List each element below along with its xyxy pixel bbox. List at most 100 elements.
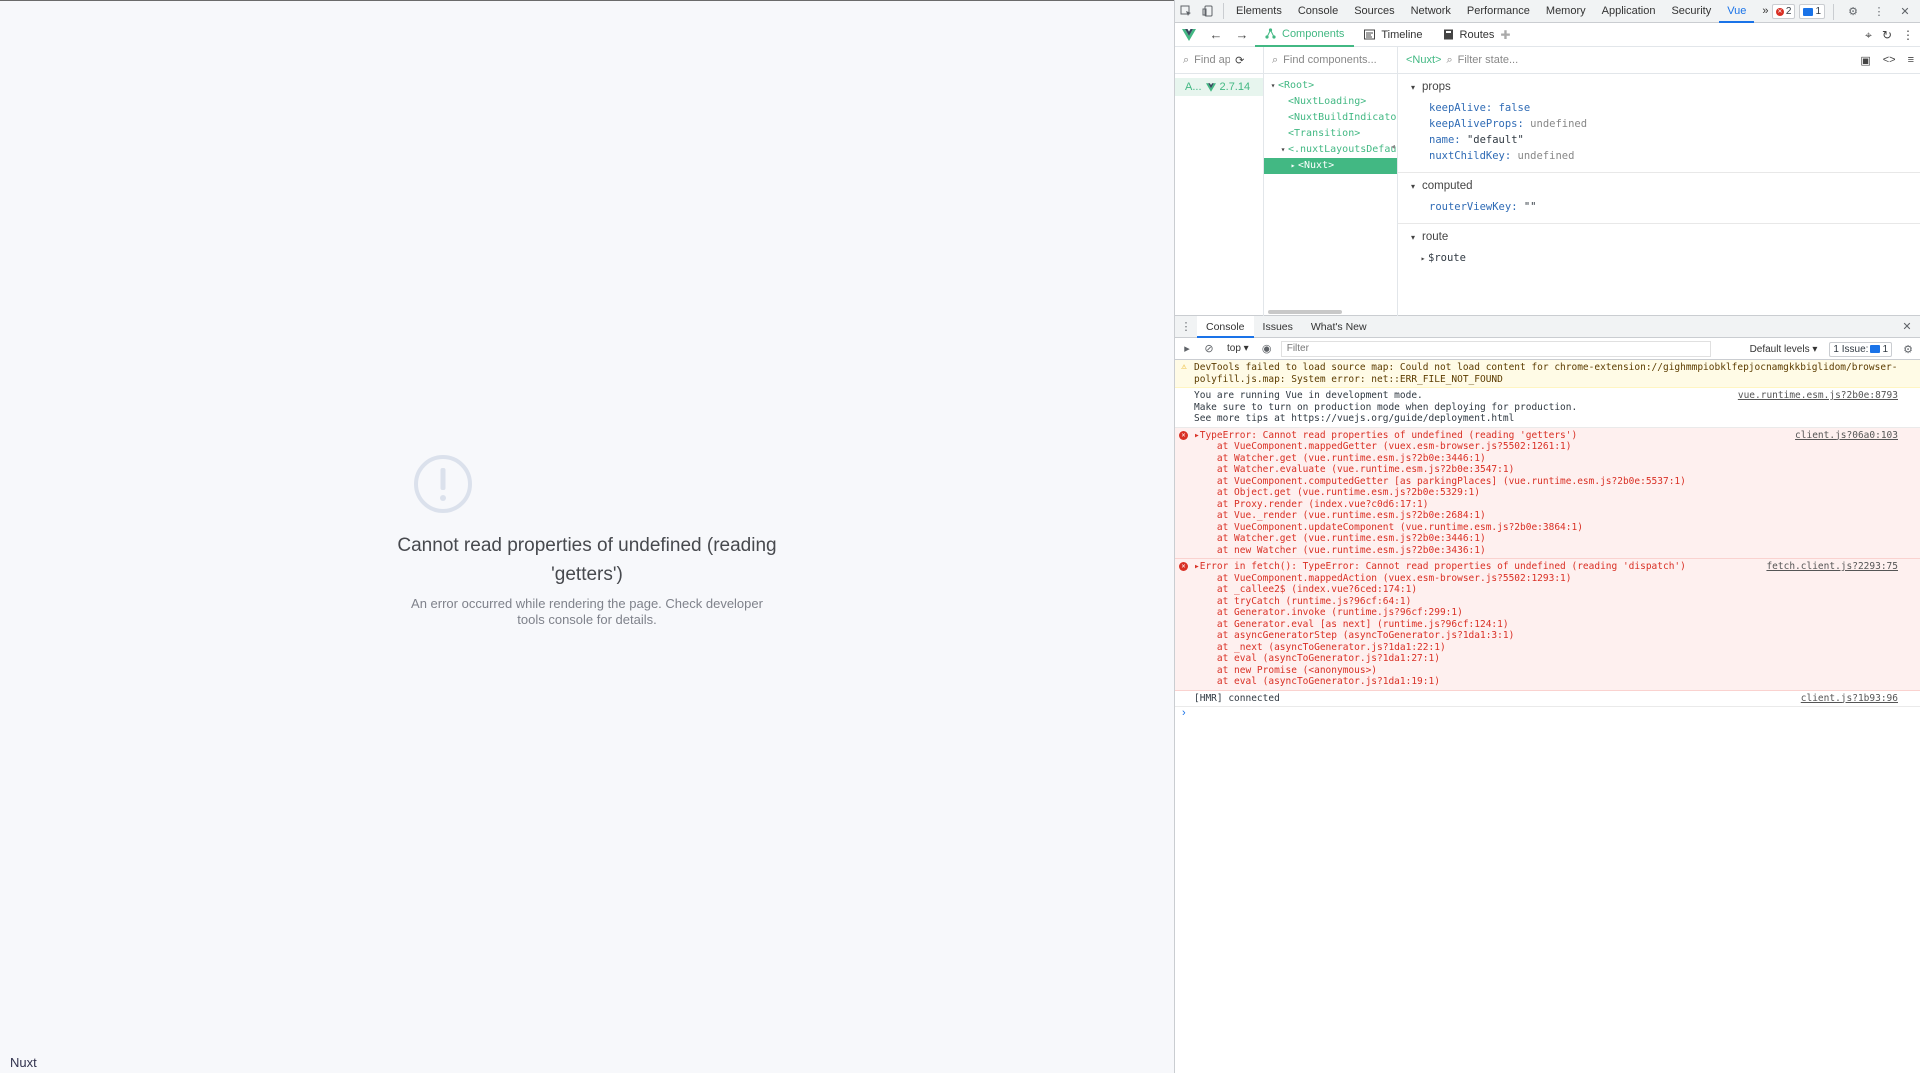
back-arrow-icon[interactable]: ← [1203, 23, 1229, 47]
clear-console-icon[interactable]: ⊘ [1201, 341, 1217, 357]
gear-icon[interactable]: ⚙ [1900, 341, 1916, 357]
kebab-menu-icon[interactable]: ⋮ [1902, 28, 1914, 42]
props-header[interactable]: ▾ props [1398, 76, 1920, 98]
forward-arrow-icon[interactable]: → [1229, 23, 1255, 47]
tab-vue[interactable]: Vue [1719, 0, 1755, 23]
scroll-to-component-icon[interactable]: ▣ [1860, 54, 1870, 67]
console-source-link[interactable]: fetch.client.js?2293:75 [1766, 561, 1898, 573]
drawer-tab-issues[interactable]: Issues [1254, 316, 1302, 338]
inspect-element-icon[interactable] [1175, 0, 1197, 22]
kebab-menu-icon[interactable]: ⋮ [1868, 1, 1890, 23]
state-filter-input[interactable]: Filter state... [1458, 54, 1519, 66]
console-message[interactable]: [HMR] connected client.js?1b93:96 [1175, 691, 1920, 707]
computed-row[interactable]: routerViewKey: "" [1429, 199, 1920, 215]
vue-logo-icon [1175, 23, 1203, 47]
tab-performance[interactable]: Performance [1459, 0, 1538, 23]
route-row[interactable]: ▸ $route [1418, 250, 1920, 267]
tree-node[interactable]: ▾ <Root> [1264, 78, 1397, 94]
tree-node-label: <NuxtLoading> [1288, 96, 1367, 107]
console-source-link[interactable]: vue.runtime.esm.js?2b0e:8793 [1738, 390, 1898, 402]
refresh-apps-icon[interactable]: ⟳ [1235, 54, 1244, 67]
issues-badge[interactable]: 1 Issue: 1 [1829, 341, 1892, 357]
computed-section: ▾ computed routerViewKey: "" [1398, 173, 1920, 219]
app-filter[interactable]: ⌕ Find apps... ⟳ [1175, 47, 1263, 74]
error-count-badge[interactable]: ✕ 2 [1771, 4, 1796, 19]
component-filter[interactable]: ⌕ Find components... [1264, 47, 1397, 74]
console-message[interactable]: You are running Vue in development mode.… [1175, 388, 1920, 428]
computed-header[interactable]: ▾ computed [1398, 175, 1920, 197]
tree-node-label: <Root> [1278, 80, 1315, 91]
drawer-tab-console[interactable]: Console [1197, 315, 1254, 338]
console-prompt[interactable]: › [1175, 707, 1920, 723]
code-icon[interactable]: <> [1883, 54, 1896, 67]
alert-circle-icon [414, 455, 472, 513]
tree-node[interactable]: ▾<.nuxtLayoutsDefault> [1264, 142, 1397, 158]
tab-components[interactable]: Components [1255, 23, 1355, 47]
error-title: Cannot read properties of undefined (rea… [397, 535, 777, 585]
console-toolbar: ▸ ⊘ top ▾ ◉ Filter Default levels ▾ 1 Is… [1175, 338, 1920, 360]
eye-icon[interactable]: ◉ [1259, 341, 1275, 357]
tree-node[interactable]: <Transition> [1264, 126, 1397, 142]
console-message[interactable]: ⚠ DevTools failed to load source map: Cou… [1175, 360, 1920, 388]
tree-node[interactable]: <NuxtBuildIndicator> [1264, 110, 1397, 126]
selected-component-name: <Nuxt> [1406, 54, 1442, 66]
console-filter-input[interactable]: Filter [1280, 340, 1711, 357]
state-filter[interactable]: <Nuxt> ⌕ Filter state... ▣ <> ≡ [1398, 47, 1920, 74]
vue-right-controls: ⌖ ↻ ⋮ [1865, 23, 1914, 47]
context-selector[interactable]: top ▾ [1223, 343, 1253, 354]
log-levels-dropdown[interactable]: Default levels ▾ [1746, 344, 1822, 355]
expand-triangle-icon: ▾ [1280, 145, 1286, 154]
tab-application[interactable]: Application [1594, 0, 1664, 23]
search-icon: ⌕ [1183, 53, 1190, 66]
tree-node[interactable]: <NuxtLoading> [1264, 94, 1397, 110]
route-section: ▾ route ▸ $route [1398, 224, 1920, 271]
prop-row[interactable]: name: "default" [1429, 132, 1920, 148]
component-filter-input[interactable]: Find components... [1283, 54, 1377, 66]
prop-key: name [1429, 134, 1455, 146]
target-select-icon[interactable]: ⌖ [1865, 28, 1872, 43]
tab-sources[interactable]: Sources [1346, 0, 1402, 23]
horizontal-scrollbar[interactable] [1268, 310, 1342, 314]
more-options-icon[interactable]: ≡ [1908, 54, 1914, 67]
prop-value: "default" [1466, 134, 1524, 146]
tab-timeline[interactable]: Timeline [1354, 23, 1432, 47]
expand-triangle-icon: ▸ [1420, 254, 1426, 263]
device-toolbar-icon[interactable] [1197, 0, 1219, 22]
issues-label: 1 Issue: [1833, 343, 1869, 355]
tree-node[interactable]: ▸ <Nuxt> [1264, 158, 1397, 174]
vue-devtools-bar: ← → Components Timeline Routes ✚ ⌖ ↻ ⋮ [1175, 23, 1920, 47]
sidebar-toggle-icon[interactable]: ▸ [1179, 341, 1195, 357]
prop-row[interactable]: keepAliveProps: undefined [1429, 116, 1920, 132]
tab-network[interactable]: Network [1403, 0, 1459, 23]
console-source-link[interactable]: client.js?06a0:103 [1795, 430, 1898, 442]
tab-console[interactable]: Console [1290, 0, 1346, 23]
drawer-tab-whats-new[interactable]: What's New [1302, 316, 1376, 338]
message-count-badge[interactable]: 1 [1799, 4, 1825, 19]
prop-key: nuxtChildKey [1429, 150, 1505, 162]
app-name: A... [1185, 81, 1202, 93]
tree-node-label: <Transition> [1288, 128, 1361, 139]
console-message-text: [HMR] connected [1194, 692, 1280, 704]
refresh-icon[interactable]: ↻ [1882, 28, 1892, 42]
console-message[interactable]: ✕ ▸TypeError: Cannot read properties of u… [1175, 427, 1920, 559]
tab-security[interactable]: Security [1663, 0, 1719, 23]
prop-row[interactable]: keepAlive: false [1429, 100, 1920, 116]
collapse-pane-icon[interactable]: ◂ [1391, 142, 1399, 156]
app-filter-input[interactable]: Find apps... [1194, 54, 1230, 66]
props-list: keepAlive: false keepAliveProps: undefine… [1398, 98, 1920, 168]
prop-row[interactable]: nuxtChildKey: undefined [1429, 148, 1920, 164]
route-header[interactable]: ▾ route [1398, 226, 1920, 248]
app-item[interactable]: A... 2.7.14 [1175, 78, 1263, 96]
drawer-menu-icon[interactable]: ⋮ [1175, 316, 1197, 338]
error-icon: ✕ [1179, 562, 1188, 571]
console-message[interactable]: ✕ ▸Error in fetch(): TypeError: Cannot re… [1175, 559, 1920, 691]
tab-memory[interactable]: Memory [1538, 0, 1594, 23]
close-icon[interactable]: ✕ [1896, 316, 1918, 338]
close-icon[interactable]: ✕ [1894, 1, 1916, 23]
console-source-link[interactable]: client.js?1b93:96 [1801, 693, 1898, 705]
nuxt-error-page: Cannot read properties of undefined (rea… [0, 0, 1174, 1073]
gear-icon[interactable]: ⚙ [1842, 1, 1864, 23]
tab-elements[interactable]: Elements [1228, 0, 1290, 23]
component-tree: ▾ <Root> <NuxtLoading> <NuxtBuildIndicator>… [1264, 74, 1397, 174]
tab-routes[interactable]: Routes ✚ [1433, 23, 1521, 47]
